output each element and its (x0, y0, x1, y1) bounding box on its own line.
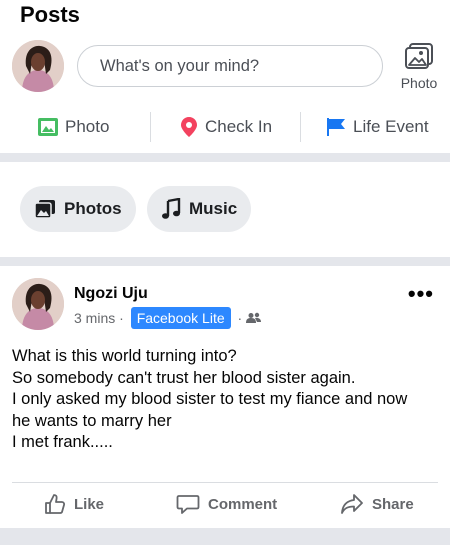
check-in-label: Check In (205, 117, 273, 136)
post-actions: Like Comment Share (0, 488, 450, 520)
comment-button[interactable]: Comment (176, 488, 277, 520)
flag-icon (327, 118, 345, 136)
photo-icon (405, 43, 433, 69)
post-time[interactable]: 3 mins (74, 310, 115, 326)
location-pin-icon (181, 117, 197, 137)
music-filter-button[interactable]: Music (147, 186, 252, 232)
more-options-icon[interactable]: ••• (408, 283, 434, 305)
post-line: I met frank..... (12, 433, 113, 452)
check-in-button[interactable]: Check In (179, 108, 272, 146)
composer-actions: Photo Check In Life Event (0, 108, 450, 146)
comment-icon (176, 495, 200, 514)
post-meta: 3 mins · Facebook Lite · (74, 306, 262, 330)
post-line: I only asked my blood sister to test my … (12, 390, 408, 409)
share-button[interactable]: Share (340, 488, 414, 520)
music-filter-label: Music (189, 199, 238, 218)
section-divider (0, 528, 450, 545)
divider (150, 112, 151, 142)
divider (300, 112, 301, 142)
share-label: Share (372, 495, 414, 513)
avatar[interactable] (12, 40, 64, 92)
photo-icon (38, 118, 58, 136)
photo-button[interactable]: Photo (37, 108, 109, 146)
life-event-button[interactable]: Life Event (325, 108, 429, 146)
post-line: So somebody can't trust her blood sister… (12, 368, 356, 387)
status-input[interactable]: What's on your mind? (77, 45, 383, 87)
author-name[interactable]: Ngozi Uju (74, 285, 148, 303)
life-event-label: Life Event (353, 117, 429, 136)
music-note-icon (162, 198, 181, 219)
post-line: What is this world turning into? (12, 347, 237, 365)
photo-upload-button[interactable]: Photo (396, 40, 442, 91)
source-badge: Facebook Lite (130, 307, 231, 329)
section-divider (0, 257, 450, 266)
post-body: What is this world turning into? So some… (12, 346, 440, 454)
share-arrow-icon (341, 494, 363, 514)
like-button[interactable]: Like (44, 488, 104, 520)
author-avatar[interactable] (12, 278, 64, 330)
photo-button-label: Photo (65, 117, 110, 136)
friends-icon (246, 312, 262, 323)
photos-icon (34, 200, 55, 219)
post-divider (12, 482, 438, 483)
like-label: Like (74, 495, 105, 513)
thumbs-up-icon (45, 494, 66, 514)
post-line: he wants to marry her (12, 411, 172, 430)
photo-label: Photo (400, 75, 438, 91)
section-divider (0, 153, 450, 162)
photos-filter-label: Photos (64, 199, 122, 218)
photos-filter-button[interactable]: Photos (20, 186, 136, 232)
page-title: Posts (20, 2, 80, 27)
comment-label: Comment (208, 495, 278, 513)
